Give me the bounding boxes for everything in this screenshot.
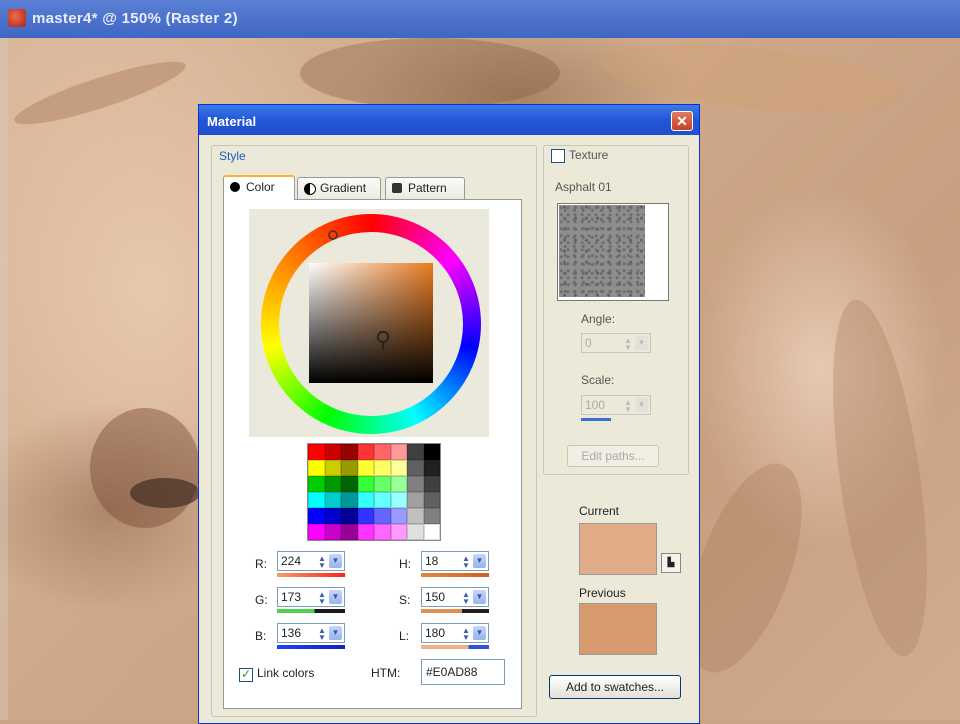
gradient-icon xyxy=(304,183,316,195)
scale-input[interactable]: 100 ▲ ▼ ▼ xyxy=(581,395,651,415)
material-dialog: Material ✕ Style Color Gradient Pattern … xyxy=(198,104,700,724)
pattern-icon xyxy=(392,183,402,193)
green-input[interactable]: 173 ▲ ▼ ▼ xyxy=(277,587,345,607)
canvas-edge xyxy=(0,38,8,720)
eyedropper-icon: ⚲ xyxy=(375,327,392,352)
blue-label: B: xyxy=(255,629,267,643)
close-button[interactable]: ✕ xyxy=(671,111,693,131)
current-color-swatch[interactable] xyxy=(579,523,657,575)
color-dot-icon xyxy=(230,182,240,192)
green-label: G: xyxy=(255,593,268,607)
previous-label: Previous xyxy=(579,586,626,600)
red-label: R: xyxy=(255,557,267,571)
spin-arrows-icon[interactable]: ▲ ▼ xyxy=(318,627,328,642)
spin-arrows-icon[interactable]: ▲ ▼ xyxy=(624,399,634,414)
spin-arrows-icon[interactable]: ▲ ▼ xyxy=(462,627,472,642)
lightness-input[interactable]: 180 ▲ ▼ ▼ xyxy=(421,623,489,643)
spin-arrows-icon[interactable]: ▲ ▼ xyxy=(462,591,472,606)
chevron-down-icon[interactable]: ▼ xyxy=(329,554,342,568)
spin-arrows-icon[interactable]: ▲ ▼ xyxy=(318,555,328,570)
chevron-down-icon[interactable]: ▼ xyxy=(473,590,486,604)
swatch-palette[interactable] xyxy=(307,443,441,541)
chevron-down-icon[interactable]: ▼ xyxy=(635,336,648,350)
tab-label: Gradient xyxy=(320,181,367,195)
texture-name: Asphalt 01 xyxy=(555,180,612,194)
chevron-down-icon[interactable]: ▼ xyxy=(329,626,342,640)
texture-preview xyxy=(557,203,669,301)
saturation-value: 150 xyxy=(425,590,446,604)
green-slider[interactable] xyxy=(277,609,345,613)
edit-paths-button[interactable]: Edit paths... xyxy=(567,445,659,467)
angle-input[interactable]: 0 ▲ ▼ ▼ xyxy=(581,333,651,353)
swap-colors-icon[interactable]: ▙ xyxy=(661,553,681,573)
chevron-down-icon[interactable]: ▼ xyxy=(635,398,648,412)
app-title: master4* @ 150% (Raster 2) xyxy=(32,10,238,27)
scale-value: 100 xyxy=(585,398,606,412)
chevron-down-icon[interactable]: ▼ xyxy=(329,590,342,604)
red-value: 224 xyxy=(281,554,302,568)
tab-pattern[interactable]: Pattern xyxy=(385,177,465,199)
hue-slider[interactable] xyxy=(421,573,489,577)
htm-input[interactable]: #E0AD88 xyxy=(421,659,505,685)
saturation-label: S: xyxy=(399,593,411,607)
chevron-down-icon[interactable]: ▼ xyxy=(473,554,486,568)
scale-label: Scale: xyxy=(581,373,615,387)
previous-color-swatch[interactable] xyxy=(579,603,657,655)
green-value: 173 xyxy=(281,590,302,604)
app-icon xyxy=(8,9,26,27)
texture-thumbnail xyxy=(559,205,645,297)
dialog-title: Material xyxy=(207,114,257,129)
chevron-down-icon[interactable]: ▼ xyxy=(473,626,486,640)
lightness-label: L: xyxy=(399,629,410,643)
lightness-value: 180 xyxy=(425,626,446,640)
red-input[interactable]: 224 ▲ ▼ ▼ xyxy=(277,551,345,571)
link-colors-checkbox[interactable]: ✓ xyxy=(239,668,253,682)
style-label: Style xyxy=(219,149,246,163)
blue-value: 136 xyxy=(281,626,302,640)
scale-slider[interactable] xyxy=(581,418,611,421)
hue-label: H: xyxy=(399,557,411,571)
tab-label: Pattern xyxy=(408,181,447,195)
app-title-bar: master4* @ 150% (Raster 2) xyxy=(0,0,960,38)
tab-color[interactable]: Color xyxy=(223,175,295,200)
saturation-slider[interactable] xyxy=(421,609,489,613)
spin-arrows-icon[interactable]: ▲ ▼ xyxy=(462,555,472,570)
hue-input[interactable]: 18 ▲ ▼ ▼ xyxy=(421,551,489,571)
htm-label: HTM: xyxy=(371,666,401,680)
angle-label: Angle: xyxy=(581,312,616,326)
dialog-title-bar[interactable]: Material ✕ xyxy=(199,105,699,135)
texture-group xyxy=(543,145,689,475)
texture-checkbox[interactable] xyxy=(551,149,565,163)
tab-gradient[interactable]: Gradient xyxy=(297,177,381,199)
tab-label: Color xyxy=(246,180,275,194)
blue-input[interactable]: 136 ▲ ▼ ▼ xyxy=(277,623,345,643)
saturation-lightness-square[interactable] xyxy=(309,263,433,383)
blue-slider[interactable] xyxy=(277,645,345,649)
saturation-input[interactable]: 150 ▲ ▼ ▼ xyxy=(421,587,489,607)
angle-value: 0 xyxy=(585,336,592,350)
lightness-slider[interactable] xyxy=(421,645,489,649)
red-slider[interactable] xyxy=(277,573,345,577)
texture-label: Texture xyxy=(569,148,609,162)
link-colors-label: Link colors xyxy=(257,666,315,680)
hue-value: 18 xyxy=(425,554,439,568)
current-label: Current xyxy=(579,504,620,518)
spin-arrows-icon[interactable]: ▲ ▼ xyxy=(624,337,634,352)
spin-arrows-icon[interactable]: ▲ ▼ xyxy=(318,591,328,606)
add-to-swatches-button[interactable]: Add to swatches... xyxy=(549,675,681,699)
